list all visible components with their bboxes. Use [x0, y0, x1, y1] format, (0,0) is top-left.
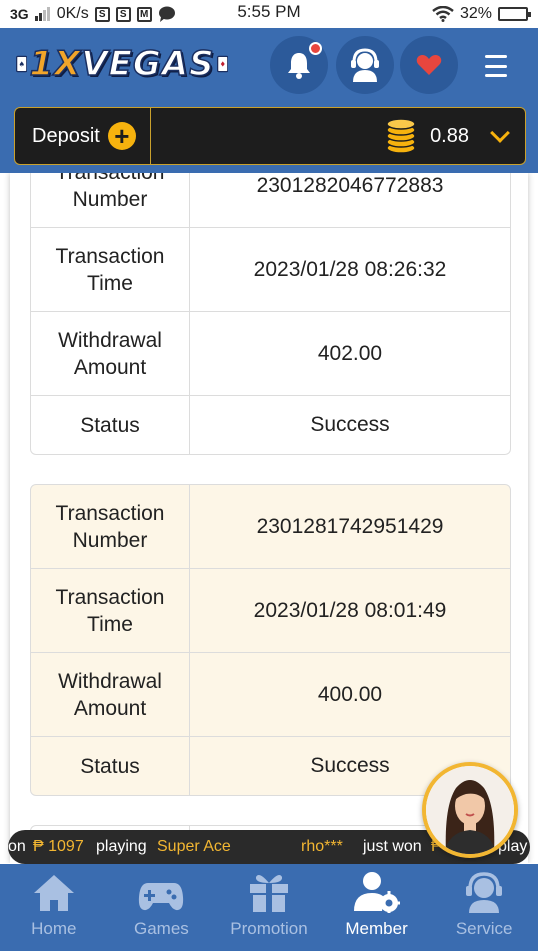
- balance-dropdown[interactable]: 0.88: [384, 118, 525, 154]
- gift-icon: [249, 875, 288, 912]
- nav-member[interactable]: Member: [323, 864, 431, 951]
- nav-label: Service: [455, 919, 513, 938]
- balance-amount: 0.88: [430, 124, 469, 147]
- transaction-number: 2301282046772883: [256, 173, 444, 197]
- home-icon: [33, 875, 74, 911]
- battery-percent: 32%: [459, 5, 492, 22]
- record-row: Withdrawal Amount 402.00: [31, 312, 510, 396]
- transaction-time: 2023/01/28 08:01:49: [253, 598, 447, 622]
- chat-bubble-icon: [158, 6, 175, 22]
- gamepad-icon: [139, 883, 184, 911]
- nav-service[interactable]: Service: [430, 864, 538, 951]
- wallet-bar: Deposit + 0.88: [14, 107, 526, 165]
- status-left: 3G 0K/s S S M: [10, 5, 176, 23]
- customer-support-icon: [351, 48, 379, 82]
- member-settings-icon: [353, 872, 400, 913]
- bell-icon: [288, 53, 310, 79]
- ticker-user: rho***: [301, 838, 343, 855]
- ticker-amount: ₱ 1097: [33, 838, 84, 855]
- wallet-area: Deposit + 0.88: [0, 103, 538, 173]
- mail-icon: M: [136, 6, 152, 22]
- withdrawal-record-card: Transaction Number 2301282046772883 Tran…: [30, 173, 511, 455]
- notifications-button[interactable]: [270, 36, 328, 94]
- nav-label: Member: [345, 919, 408, 938]
- network-speed: 0K/s: [56, 5, 89, 22]
- nav-promotion[interactable]: Promotion: [215, 864, 323, 951]
- headset-icon: [466, 872, 503, 913]
- row-label: Withdrawal Amount: [31, 312, 190, 395]
- app-header: ♠ 1XVEGAS ♦: [0, 28, 538, 103]
- coins-icon: [386, 118, 416, 154]
- transaction-time: 2023/01/28 08:26:32: [253, 257, 447, 281]
- status-bar: 3G 0K/s S S M 5:55 PM 32%: [0, 0, 538, 28]
- withdrawal-records-list[interactable]: Transaction Number 2301282046772883 Tran…: [0, 173, 538, 863]
- bottom-navigation: Home Games Promotion Member Service: [0, 864, 538, 951]
- logo-text: 1XVEGAS: [29, 43, 215, 85]
- plus-icon: +: [107, 122, 136, 150]
- hamburger-menu-icon[interactable]: [478, 52, 514, 80]
- battery-icon: [498, 7, 531, 21]
- chevron-down-icon: [490, 123, 510, 143]
- ticker-game: Super Ace: [157, 838, 231, 855]
- ticker-text: just won: [363, 838, 422, 855]
- svg-text:♦: ♦: [219, 61, 225, 69]
- live-chat-avatar-button[interactable]: [422, 762, 518, 858]
- record-row: Status Success: [31, 396, 510, 454]
- brand-logo[interactable]: ♠ 1XVEGAS ♦: [16, 40, 228, 88]
- row-label: Transaction Number: [31, 173, 190, 227]
- row-label: Status: [31, 396, 190, 454]
- status-right: 32%: [432, 5, 531, 23]
- nav-label: Games: [133, 919, 189, 938]
- app-notification-icon: S: [115, 6, 131, 22]
- heart-icon: [416, 55, 442, 75]
- row-label: Transaction Number: [31, 485, 190, 568]
- record-row: Transaction Time 2023/01/28 08:01:49: [31, 569, 510, 653]
- playing-card-icon: ♠: [16, 55, 28, 73]
- svg-text:♠: ♠: [19, 61, 25, 69]
- row-label: Transaction Time: [31, 569, 190, 652]
- ticker-text: on: [8, 838, 26, 855]
- row-label: Transaction Time: [31, 228, 190, 311]
- deposit-button[interactable]: Deposit +: [15, 108, 151, 164]
- nav-label: Promotion: [230, 919, 308, 938]
- status-value: Success: [310, 413, 390, 436]
- playing-card-icon: ♦: [216, 55, 228, 73]
- record-row: Transaction Number 2301281742951429: [31, 485, 510, 569]
- support-agent-avatar-icon: [426, 766, 514, 854]
- app-notification-icon: S: [94, 6, 110, 22]
- deposit-label: Deposit: [32, 124, 100, 147]
- row-label: Status: [31, 737, 190, 795]
- notification-dot: [309, 42, 322, 55]
- favorites-button[interactable]: [400, 36, 458, 94]
- nav-games[interactable]: Games: [108, 864, 216, 951]
- wifi-icon: [432, 6, 454, 22]
- record-row: Withdrawal Amount 400.00: [31, 653, 510, 737]
- withdrawal-amount: 402.00: [317, 341, 383, 365]
- record-row: Transaction Number 2301282046772883: [31, 173, 510, 228]
- withdrawal-amount: 400.00: [317, 682, 383, 706]
- nav-home[interactable]: Home: [0, 864, 108, 951]
- signal-icon: [34, 7, 50, 21]
- row-label: Withdrawal Amount: [31, 653, 190, 736]
- record-row: Transaction Time 2023/01/28 08:26:32: [31, 228, 510, 312]
- nav-label: Home: [31, 919, 77, 938]
- network-type: 3G: [10, 6, 29, 22]
- support-agent-button[interactable]: [336, 36, 394, 94]
- transaction-number: 2301281742951429: [256, 514, 444, 538]
- withdrawal-record-card: Transaction Number 2301281742951429 Tran…: [30, 484, 511, 796]
- ticker-text: playing: [96, 838, 147, 855]
